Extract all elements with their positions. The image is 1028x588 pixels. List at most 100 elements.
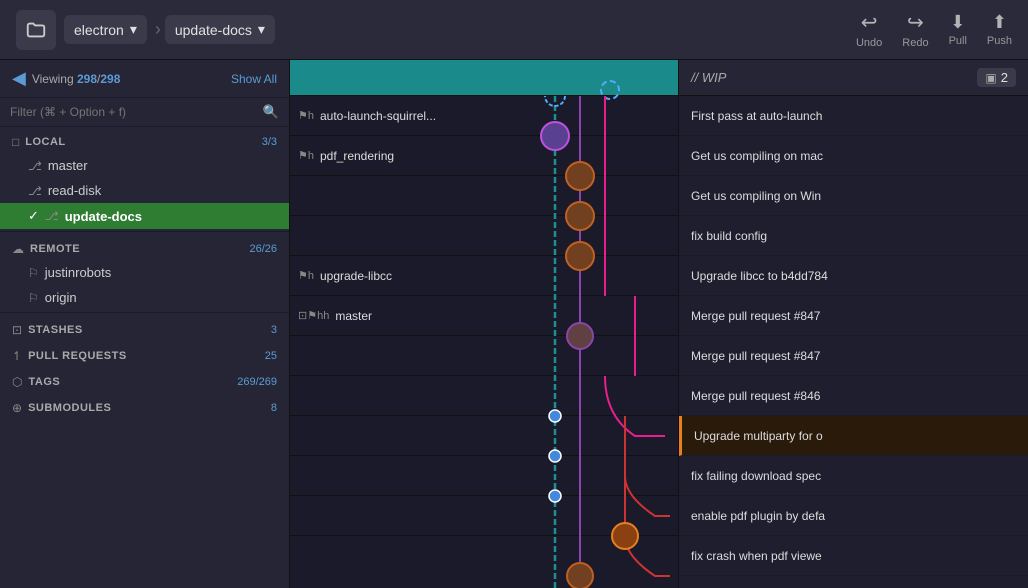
commit-message-c1: First pass at auto-launch (691, 109, 822, 123)
viewing-count: 298 (77, 72, 97, 86)
commit-message-c2: Get us compiling on mac (691, 149, 823, 163)
push-button[interactable]: ⬆ Push (987, 12, 1012, 47)
commit-message-c5: Upgrade libcc to b4dd784 (691, 269, 828, 283)
repo-selector[interactable]: electron ▾ (64, 15, 147, 44)
sidebar-item-master[interactable]: ⎇ master (0, 153, 289, 178)
branch-row-auto-launch[interactable]: ⚑h auto-launch-squirrel... (290, 96, 678, 136)
redo-label: Redo (902, 37, 928, 49)
commit-row-c8[interactable]: Merge pull request #846 (679, 376, 1028, 416)
sidebar-header: ◀ Viewing 298/298 Show All (0, 60, 289, 98)
commit-message-c10: fix failing download spec (691, 469, 821, 483)
spacer-row-7 (290, 496, 678, 536)
check-icon: ✓ (28, 208, 39, 224)
spacer-row-1 (290, 176, 678, 216)
commit-message-c6: Merge pull request #847 (691, 309, 820, 323)
tags-icon: ⬡ (12, 375, 22, 389)
commit-row-c5[interactable]: Upgrade libcc to b4dd784 (679, 256, 1028, 296)
section-divider (0, 231, 289, 232)
commit-row-c6[interactable]: Merge pull request #847 (679, 296, 1028, 336)
path-separator: › (155, 19, 161, 40)
submodules-label: SUBMODULES (28, 402, 271, 414)
stashes-section-header[interactable]: ⊡ STASHES 3 (0, 315, 289, 341)
submodules-count: 8 (271, 402, 277, 414)
center-panel: ⚑h auto-launch-squirrel... ⚑h pdf_render… (290, 60, 678, 588)
redo-button[interactable]: ↪ Redo (902, 10, 928, 49)
toolbar-right: ↩ Undo ↪ Redo ⬇ Pull ⬆ Push (856, 10, 1012, 49)
wip-indicator (600, 80, 620, 100)
branch-name: update-docs (175, 22, 252, 38)
commit-row-c12[interactable]: fix crash when pdf viewe (679, 536, 1028, 576)
branch-icon: ⎇ (28, 159, 42, 173)
sidebar-item-read-disk-label: read-disk (48, 183, 101, 198)
commit-message-c8: Merge pull request #846 (691, 389, 820, 403)
spacer-row-5 (290, 416, 678, 456)
commit-message-c4: fix build config (691, 229, 767, 243)
remote-icon: ⚐ (28, 291, 39, 305)
show-all-button[interactable]: Show All (231, 72, 277, 86)
local-section-header[interactable]: □ LOCAL 3/3 (0, 127, 289, 153)
commit-row-c10[interactable]: fix failing download spec (679, 456, 1028, 496)
viewing-total: 298 (100, 72, 120, 86)
tags-section-header[interactable]: ⬡ TAGS 269/269 (0, 367, 289, 393)
commit-message-c7: Merge pull request #847 (691, 349, 820, 363)
branch-selector[interactable]: update-docs ▾ (165, 15, 275, 44)
commit-message-c9: Upgrade multiparty for o (694, 429, 823, 443)
repo-chevron: ▾ (130, 21, 137, 38)
wip-label: // WIP (691, 70, 969, 85)
tags-count: 269/269 (237, 376, 277, 388)
commit-row-c4[interactable]: fix build config (679, 216, 1028, 256)
pull-requests-icon: ↿ (12, 349, 22, 363)
pull-button[interactable]: ⬇ Pull (949, 12, 967, 47)
sidebar-item-master-label: master (48, 158, 88, 173)
sidebar-item-justinrobots-label: justinrobots (45, 265, 111, 280)
sidebar-item-read-disk[interactable]: ⎇ read-disk (0, 178, 289, 203)
push-label: Push (987, 35, 1012, 47)
commit-row-c2[interactable]: Get us compiling on mac (679, 136, 1028, 176)
commit-row-c9[interactable]: Upgrade multiparty for o (679, 416, 1028, 456)
branch-row-upgrade-libcc[interactable]: ⚑h upgrade-libcc (290, 256, 678, 296)
pull-requests-section-header[interactable]: ↿ PULL REQUESTS 25 (0, 341, 289, 367)
commit-message-c3: Get us compiling on Win (691, 189, 821, 203)
commit-message-c11: enable pdf plugin by defa (691, 509, 825, 523)
sidebar-item-update-docs-label: update-docs (65, 209, 142, 224)
folder-button[interactable] (16, 10, 56, 50)
branch-row-pdf[interactable]: ⚑h pdf_rendering (290, 136, 678, 176)
push-icon: ⬆ (992, 12, 1007, 33)
branch-row-master[interactable]: ⊡⚑hh master (290, 296, 678, 336)
wip-badge-icon: ▣ (985, 71, 996, 85)
sidebar-item-update-docs[interactable]: ✓ ⎇ update-docs (0, 203, 289, 229)
commit-row-c1[interactable]: First pass at auto-launch (679, 96, 1028, 136)
pull-requests-label: PULL REQUESTS (28, 350, 265, 362)
spacer-row-3 (290, 336, 678, 376)
undo-icon: ↩ (861, 10, 878, 35)
local-section-count: 3/3 (262, 136, 277, 148)
branch-icon-upgrade: ⚑h (298, 269, 314, 282)
commit-row-c3[interactable]: Get us compiling on Win (679, 176, 1028, 216)
sidebar: ◀ Viewing 298/298 Show All 🔍 □ LOCAL 3/3… (0, 60, 290, 588)
pull-requests-count: 25 (265, 350, 277, 362)
spacer-row-4 (290, 376, 678, 416)
back-button[interactable]: ◀ (12, 68, 26, 89)
branch-label-pdf: pdf_rendering (320, 149, 394, 163)
filter-input[interactable] (10, 105, 257, 119)
undo-button[interactable]: ↩ Undo (856, 10, 882, 49)
sidebar-item-origin-label: origin (45, 290, 77, 305)
commit-message-c12: fix crash when pdf viewe (691, 549, 822, 563)
branch-label-upgrade: upgrade-libcc (320, 269, 392, 283)
toolbar-left: electron ▾ › update-docs ▾ (16, 10, 856, 50)
pull-label: Pull (949, 35, 967, 47)
search-icon: 🔍 (263, 104, 279, 120)
spacer-row-6 (290, 456, 678, 496)
submodules-section-header[interactable]: ⊕ SUBMODULES 8 (0, 393, 289, 419)
section-divider (0, 312, 289, 313)
right-panel: // WIP ▣ 2 First pass at auto-launch Get… (678, 60, 1028, 588)
commit-row-c7[interactable]: Merge pull request #847 (679, 336, 1028, 376)
stashes-count: 3 (271, 324, 277, 336)
spacer-row-2 (290, 216, 678, 256)
stashes-icon: ⊡ (12, 323, 22, 337)
branch-icon: ⎇ (28, 184, 42, 198)
sidebar-item-justinrobots[interactable]: ⚐ justinrobots (0, 260, 289, 285)
commit-row-c11[interactable]: enable pdf plugin by defa (679, 496, 1028, 536)
remote-section-header[interactable]: ☁ REMOTE 26/26 (0, 234, 289, 260)
sidebar-item-origin[interactable]: ⚐ origin (0, 285, 289, 310)
